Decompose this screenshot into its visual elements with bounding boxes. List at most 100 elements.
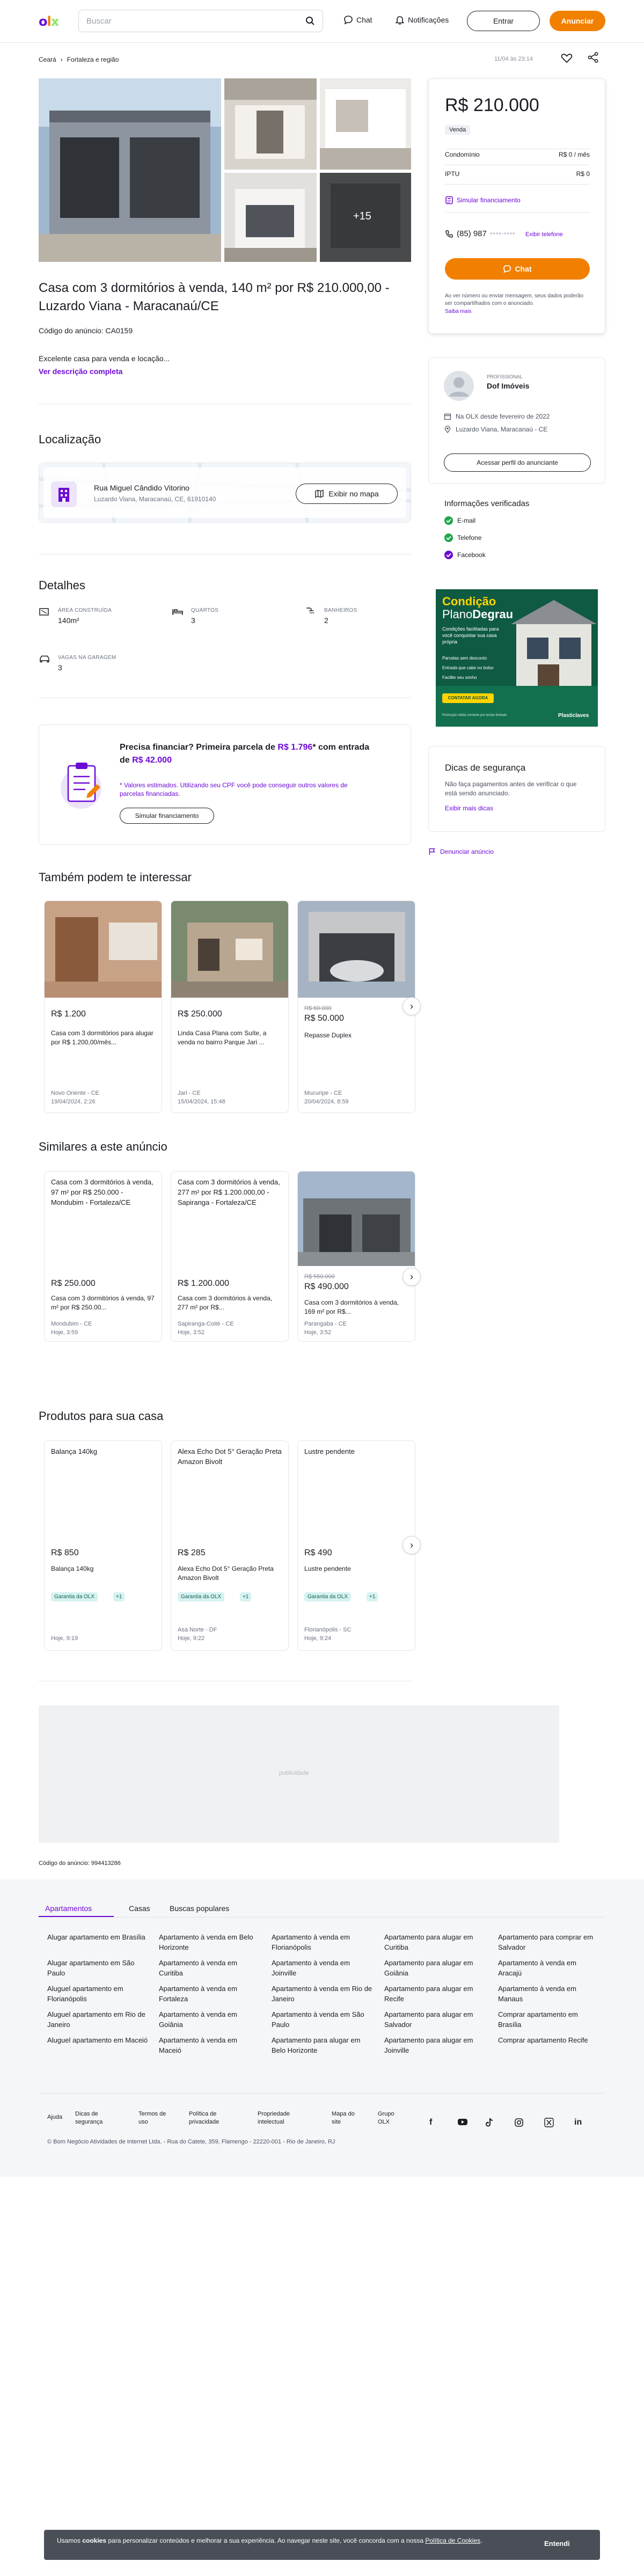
card-price: R$ 285 [178, 1548, 206, 1557]
divider [445, 212, 590, 213]
breadcrumb-item-ceara[interactable]: Ceará [39, 56, 56, 63]
seller-card: PROFISSIONAL Dof Imóveis Na OLX desde fe… [428, 357, 605, 484]
simulate-financing-link[interactable]: Simular financiamento [445, 196, 521, 204]
footer-link[interactable]: Apartamento para comprar em Salvador [498, 1932, 600, 1952]
footer-tab-popular[interactable]: Buscas populares [170, 1904, 229, 1913]
sidebar-advertisement[interactable]: Condição PlanoDegrau Condições facilitad… [436, 589, 598, 727]
tiktok-icon[interactable] [485, 2118, 494, 2130]
footer-tab-apartments[interactable]: Apartamentos [45, 1904, 92, 1913]
footer-link[interactable]: Apartamento para alugar em Recife [384, 1984, 486, 2004]
footer-help-link[interactable]: Ajuda [47, 2113, 69, 2121]
footer-link[interactable]: Apartamento à venda em Maceió [159, 2035, 261, 2055]
footer-link[interactable]: Aluguel apartamento em Rio de Janeiro [47, 2009, 149, 2030]
card-location: Jari - CE [178, 1090, 201, 1096]
gallery-photo-3[interactable] [320, 78, 411, 170]
card-price: R$ 50.000 [304, 1014, 344, 1023]
cookie-policy-link[interactable]: Política de Cookies [425, 2537, 480, 2544]
simulate-financing-button[interactable]: Simular financiamento [120, 808, 214, 824]
footer-sitemap-link[interactable]: Mapa do site [332, 2110, 364, 2126]
verified-phone: Telefone [444, 533, 481, 542]
similar-card[interactable]: R$ 550.000 R$ 490.000 Casa com 3 dormitó… [297, 1171, 415, 1342]
youtube-icon[interactable] [457, 2118, 468, 2129]
breadcrumb-item-fortaleza[interactable]: Fortaleza e região [67, 56, 119, 63]
footer-link[interactable]: Apartamento à venda em Belo Horizonte [159, 1932, 261, 1952]
login-button[interactable]: Entrar [467, 11, 540, 31]
product-card[interactable]: Balança 140kg R$ 850 Balança 140kg Garan… [44, 1440, 162, 1651]
footer-link[interactable]: Apartamento para alugar em Belo Horizont… [272, 2035, 374, 2055]
footer-link[interactable]: Comprar apartamento Recife [498, 2035, 600, 2045]
footer-link[interactable]: Alugar apartamento em Brasília [47, 1932, 149, 1942]
card-price: R$ 490.000 [304, 1282, 349, 1291]
footer-link[interactable]: Apartamento à venda em Rio de Janeiro [272, 1984, 374, 2004]
footer-tab-houses[interactable]: Casas [129, 1904, 150, 1913]
footer-link[interactable]: Apartamento para alugar em Salvador [384, 2009, 486, 2030]
listing-price: R$ 210.000 [445, 95, 539, 115]
carousel-next-button[interactable]: › [402, 1536, 421, 1554]
safety-tips-link[interactable]: Exibir mais dicas [445, 804, 493, 812]
know-more-link[interactable]: Saiba mais [445, 309, 471, 314]
footer-link[interactable]: Apartamento à venda em Fortaleza [159, 1984, 261, 2004]
card-location: Mucuripe - CE [304, 1090, 342, 1096]
bed-icon [172, 609, 183, 615]
footer-safety-link[interactable]: Dicas de segurança [75, 2110, 113, 2126]
price-card: R$ 210.000 Venda Condomínio R$ 0 / mês I… [428, 78, 605, 334]
show-map-button[interactable]: Exibir no mapa [296, 484, 398, 504]
product-card[interactable]: Lustre pendente R$ 490 Lustre pendente G… [297, 1440, 415, 1651]
safety-note: Ao ver número ou enviar mensagem, seus d… [445, 293, 583, 306]
header-chat-link[interactable]: Chat [343, 15, 372, 25]
favorite-icon[interactable] [560, 52, 573, 66]
footer-link[interactable]: Comprar apartamento em Brasília [498, 2009, 600, 2030]
announce-button[interactable]: Anunciar [550, 11, 605, 31]
gallery-photo-2[interactable] [224, 78, 317, 170]
similar-card[interactable]: Casa com 3 dormitórios à venda, 97 m² po… [44, 1171, 162, 1342]
footer-link[interactable]: Apartamento à venda em Goiânia [159, 2009, 261, 2030]
search-icon[interactable] [305, 16, 315, 27]
search-input[interactable]: Buscar [78, 10, 323, 32]
ad-points: Parcelas sem desconto Entrada que cabe n… [442, 656, 494, 680]
instagram-icon[interactable] [514, 2118, 524, 2130]
ad-contact-button[interactable]: CONTATAR AGORA [442, 693, 494, 703]
footer-link[interactable]: Apartamento à venda em Aracajú [498, 1958, 600, 1978]
footer-group-link[interactable]: Grupo OLX [378, 2110, 405, 2126]
footer-link[interactable]: Alugar apartamento em São Paulo [47, 1958, 149, 1978]
footer-link[interactable]: Apartamento à venda em São Paulo [272, 2009, 374, 2030]
gallery-main-photo[interactable] [39, 78, 221, 262]
footer-link[interactable]: Apartamento para alugar em Curitiba [384, 1932, 486, 1952]
x-twitter-icon[interactable] [544, 2118, 554, 2130]
footer-link[interactable]: Apartamento para alugar em Goiânia [384, 1958, 486, 1978]
related-card[interactable]: R$ 60.000 R$ 50.000 Repasse Duplex Mucur… [297, 901, 415, 1113]
carousel-next-button[interactable]: › [402, 1268, 421, 1286]
card-location: Parangaba - CE [304, 1321, 347, 1327]
related-card[interactable]: R$ 250.000 Linda Casa Plana com Suíte, a… [171, 901, 289, 1113]
related-card[interactable]: R$ 1.200 Casa com 3 dormitórios para alu… [44, 901, 162, 1113]
linkedin-icon[interactable]: in [574, 2118, 582, 2127]
facebook-icon[interactable]: f [429, 2118, 432, 2127]
footer-link[interactable]: Aluguel apartamento em Maceió [47, 2035, 149, 2045]
cookie-accept-button[interactable]: Entendi [544, 2540, 570, 2548]
similar-card[interactable]: Casa com 3 dormitórios à venda, 277 m² p… [171, 1171, 289, 1342]
gallery-photo-more[interactable]: +15 [320, 173, 411, 262]
header-notifications-link[interactable]: Notificações [395, 15, 449, 25]
show-phone-link[interactable]: Exibir telefone [525, 231, 563, 238]
footer-terms-link[interactable]: Termos de uso [138, 2110, 176, 2126]
footer-link[interactable]: Apartamento à venda em Joinville [272, 1958, 374, 1978]
footer-link[interactable]: Apartamento para alugar em Joinville [384, 2035, 486, 2055]
chat-button[interactable]: Chat [445, 258, 590, 280]
footer-link[interactable]: Apartamento à venda em Curitiba [159, 1958, 261, 1978]
olx-logo[interactable]: olx [39, 14, 59, 29]
product-card[interactable]: Alexa Echo Dot 5° Geração Preta Amazon B… [171, 1440, 289, 1651]
carousel-next-button[interactable]: › [402, 997, 421, 1015]
footer-link[interactable]: Apartamento à venda em Florianópolis [272, 1932, 374, 1952]
footer-link[interactable]: Aluguel apartamento em Florianópolis [47, 1984, 149, 2004]
footer-link[interactable]: Apartamento à venda em Manaus [498, 1984, 600, 2004]
share-icon[interactable] [587, 52, 599, 65]
report-listing-link[interactable]: Denunciar anúncio [428, 848, 494, 855]
clipboard-icon [60, 758, 106, 812]
seller-profile-button[interactable]: Acessar perfil do anunciante [444, 453, 591, 472]
gallery-photo-4[interactable] [224, 173, 317, 262]
footer-ip-link[interactable]: Propriedade intelectual [258, 2110, 306, 2126]
card-description: Repasse Duplex [304, 1031, 352, 1039]
footer-privacy-link[interactable]: Política de privacidade [189, 2110, 230, 2126]
see-full-description-link[interactable]: Ver descrição completa [39, 367, 122, 376]
header-chat-label: Chat [356, 16, 372, 24]
